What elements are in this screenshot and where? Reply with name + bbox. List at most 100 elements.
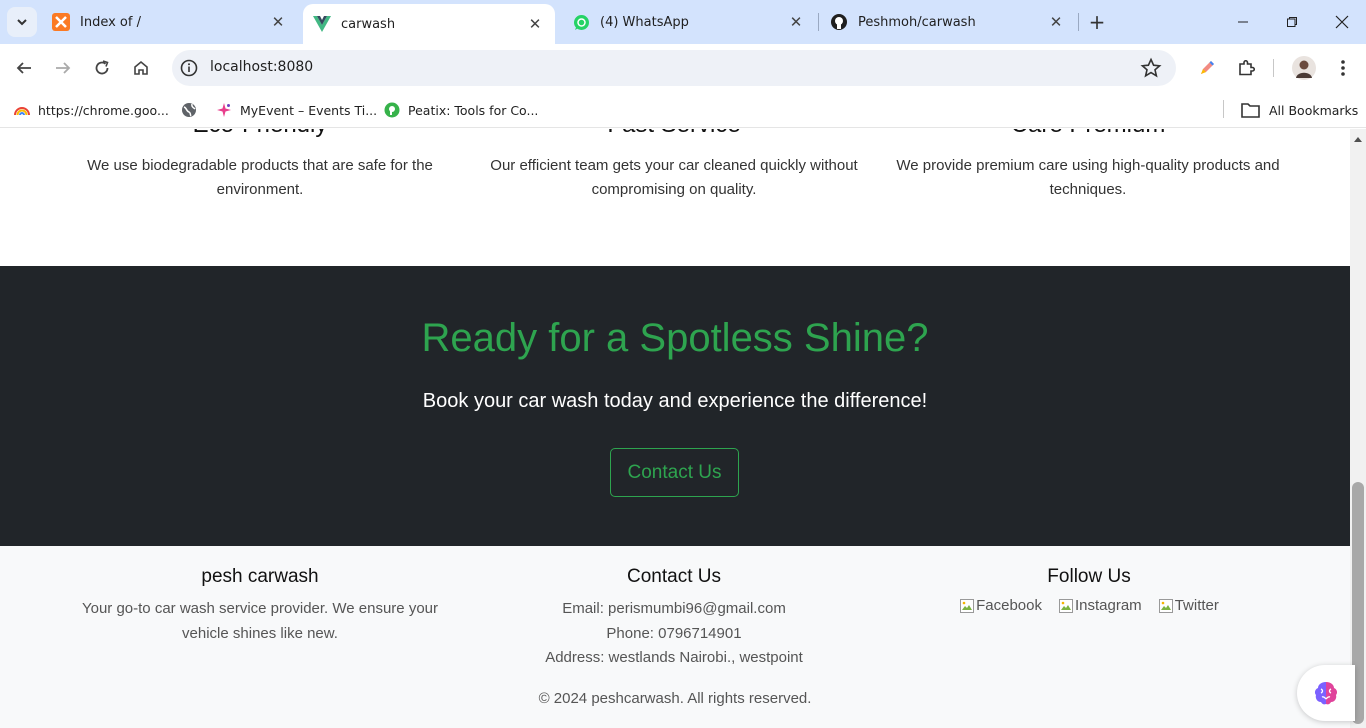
- bookmark-chrome[interactable]: https://chrome.goo...: [14, 100, 169, 120]
- home-button[interactable]: [125, 52, 157, 84]
- feature-text: We use biodegradable products that are s…: [87, 157, 433, 198]
- feature-text: We provide premium care using high-quali…: [896, 157, 1280, 198]
- close-window-button[interactable]: [1318, 0, 1366, 44]
- feature-title: Eco-Friendly: [70, 129, 450, 139]
- whatsapp-icon: [572, 13, 590, 31]
- footer: pesh carwash Your go-to car wash service…: [0, 546, 1350, 728]
- page-scrollbar[interactable]: [1350, 129, 1366, 728]
- minimize-button[interactable]: [1219, 0, 1267, 44]
- footer-address: Address: westlands Nairobi., westpoint: [545, 649, 803, 666]
- contact-us-button[interactable]: Contact Us: [610, 448, 739, 497]
- feature-title: Fast Service: [474, 129, 874, 139]
- address-bar[interactable]: localhost:8080: [172, 50, 1176, 86]
- tab-index[interactable]: Index of / ✕: [44, 0, 300, 44]
- avatar: [1292, 56, 1316, 80]
- back-arrow-icon: [16, 62, 31, 74]
- broken-image-icon: [1158, 598, 1173, 613]
- broken-image-icon: [960, 598, 975, 613]
- sparkle-icon: [217, 103, 231, 117]
- forward-button[interactable]: [47, 52, 79, 84]
- tab-divider: [1078, 13, 1079, 31]
- tab-carwash[interactable]: carwash ✕: [303, 4, 555, 44]
- bookmark-label: MyEvent – Events Ti...: [240, 102, 378, 118]
- broken-image-icon: [1058, 598, 1073, 613]
- twitter-link[interactable]: Twitter: [1158, 597, 1219, 614]
- toolbar-divider: [1273, 59, 1274, 77]
- footer-contact: Contact Us Email: perismumbi96@gmail.com…: [474, 566, 874, 671]
- brain-icon: [1314, 682, 1338, 705]
- site-info-icon[interactable]: [179, 58, 199, 78]
- xampp-icon: [52, 13, 70, 31]
- tab-title: Peshmoh/carwash: [858, 14, 976, 30]
- all-bookmarks-button[interactable]: All Bookmarks: [1241, 100, 1358, 120]
- folder-icon: [1241, 103, 1260, 118]
- instagram-label: Instagram: [1074, 597, 1142, 614]
- pen-extension-button[interactable]: [1195, 56, 1219, 80]
- tab-search-button[interactable]: [7, 7, 37, 37]
- tab-title: Index of /: [80, 14, 141, 30]
- features-section: Eco-Friendly We use biodegradable produc…: [0, 129, 1350, 266]
- url-text: localhost:8080: [210, 59, 314, 75]
- chevron-down-icon: [17, 19, 27, 26]
- close-icon[interactable]: ✕: [525, 14, 545, 34]
- floating-assistant-button[interactable]: [1297, 665, 1355, 721]
- footer-contact-title: Contact Us: [627, 566, 721, 587]
- back-button[interactable]: [8, 52, 40, 84]
- reload-icon: [95, 60, 109, 75]
- bookmark-label: Peatix: Tools for Co...: [408, 102, 539, 118]
- vue-icon: [313, 15, 331, 33]
- close-icon[interactable]: ✕: [1046, 12, 1066, 32]
- close-icon[interactable]: ✕: [786, 12, 806, 32]
- footer-copyright: © 2024 peshcarwash. All rights reserved.: [538, 690, 812, 707]
- tab-title: (4) WhatsApp: [600, 14, 689, 30]
- footer-follow-title: Follow Us: [1047, 566, 1131, 587]
- bookmark-myevent[interactable]: MyEvent – Events Ti...: [216, 100, 377, 120]
- close-icon: [1335, 15, 1349, 29]
- footer-brand: pesh carwash Your go-to car wash service…: [60, 566, 460, 646]
- scroll-up-arrow-icon[interactable]: [1353, 135, 1363, 143]
- minimize-icon: [1238, 21, 1248, 23]
- tab-github[interactable]: Peshmoh/carwash ✕: [822, 0, 1076, 44]
- pen-icon: [1201, 61, 1214, 74]
- feature-title: Care Premium: [895, 129, 1281, 139]
- all-bookmarks-label: All Bookmarks: [1269, 102, 1359, 118]
- footer-follow: Follow Us Facebook Instagram Twitter: [889, 566, 1289, 614]
- social-links: Facebook Instagram Twitter: [889, 597, 1289, 614]
- puzzle-icon: [1239, 60, 1255, 76]
- bookmark-divider: [1223, 100, 1224, 118]
- reload-button[interactable]: [86, 52, 118, 84]
- restore-icon: [1287, 17, 1297, 27]
- menu-button[interactable]: [1331, 56, 1355, 80]
- browser-toolbar: localhost:8080: [0, 44, 1366, 92]
- cta-subtext: Book your car wash today and experience …: [422, 390, 928, 412]
- footer-brand-title: pesh carwash: [201, 566, 319, 587]
- cta-heading: Ready for a Spotless Shine?: [421, 316, 929, 360]
- cta-section: Ready for a Spotless Shine? Book your ca…: [0, 266, 1350, 546]
- bookmark-star-icon[interactable]: [1140, 57, 1162, 79]
- footer-brand-text: Your go-to car wash service provider. We…: [81, 600, 438, 642]
- bookmark-globe[interactable]: [181, 100, 197, 120]
- footer-phone: Phone: 0796714901: [606, 624, 742, 642]
- tab-divider: [818, 13, 819, 31]
- peatix-icon: [384, 102, 400, 118]
- globe-icon: [182, 103, 196, 117]
- rainbow-icon: [14, 107, 30, 116]
- extensions-button[interactable]: [1234, 56, 1258, 80]
- tab-title: carwash: [341, 16, 396, 32]
- tab-whatsapp[interactable]: (4) WhatsApp ✕: [562, 0, 816, 44]
- home-icon: [134, 60, 148, 75]
- close-icon[interactable]: ✕: [268, 12, 288, 32]
- facebook-link[interactable]: Facebook: [959, 597, 1042, 614]
- profile-button[interactable]: [1291, 55, 1317, 81]
- new-tab-button[interactable]: +: [1084, 9, 1110, 35]
- facebook-label: Facebook: [976, 597, 1042, 614]
- restore-button[interactable]: [1268, 0, 1316, 44]
- kebab-menu-icon: [1341, 60, 1345, 76]
- github-icon: [830, 13, 848, 31]
- bookmark-label: https://chrome.goo...: [38, 102, 169, 118]
- bookmark-peatix[interactable]: Peatix: Tools for Co...: [384, 100, 538, 120]
- footer-email: Email: perismumbi96@gmail.com: [562, 600, 786, 617]
- instagram-link[interactable]: Instagram: [1058, 597, 1142, 614]
- twitter-label: Twitter: [1174, 597, 1219, 614]
- bookmarks-bar: https://chrome.goo... MyEvent – Events T…: [0, 92, 1366, 128]
